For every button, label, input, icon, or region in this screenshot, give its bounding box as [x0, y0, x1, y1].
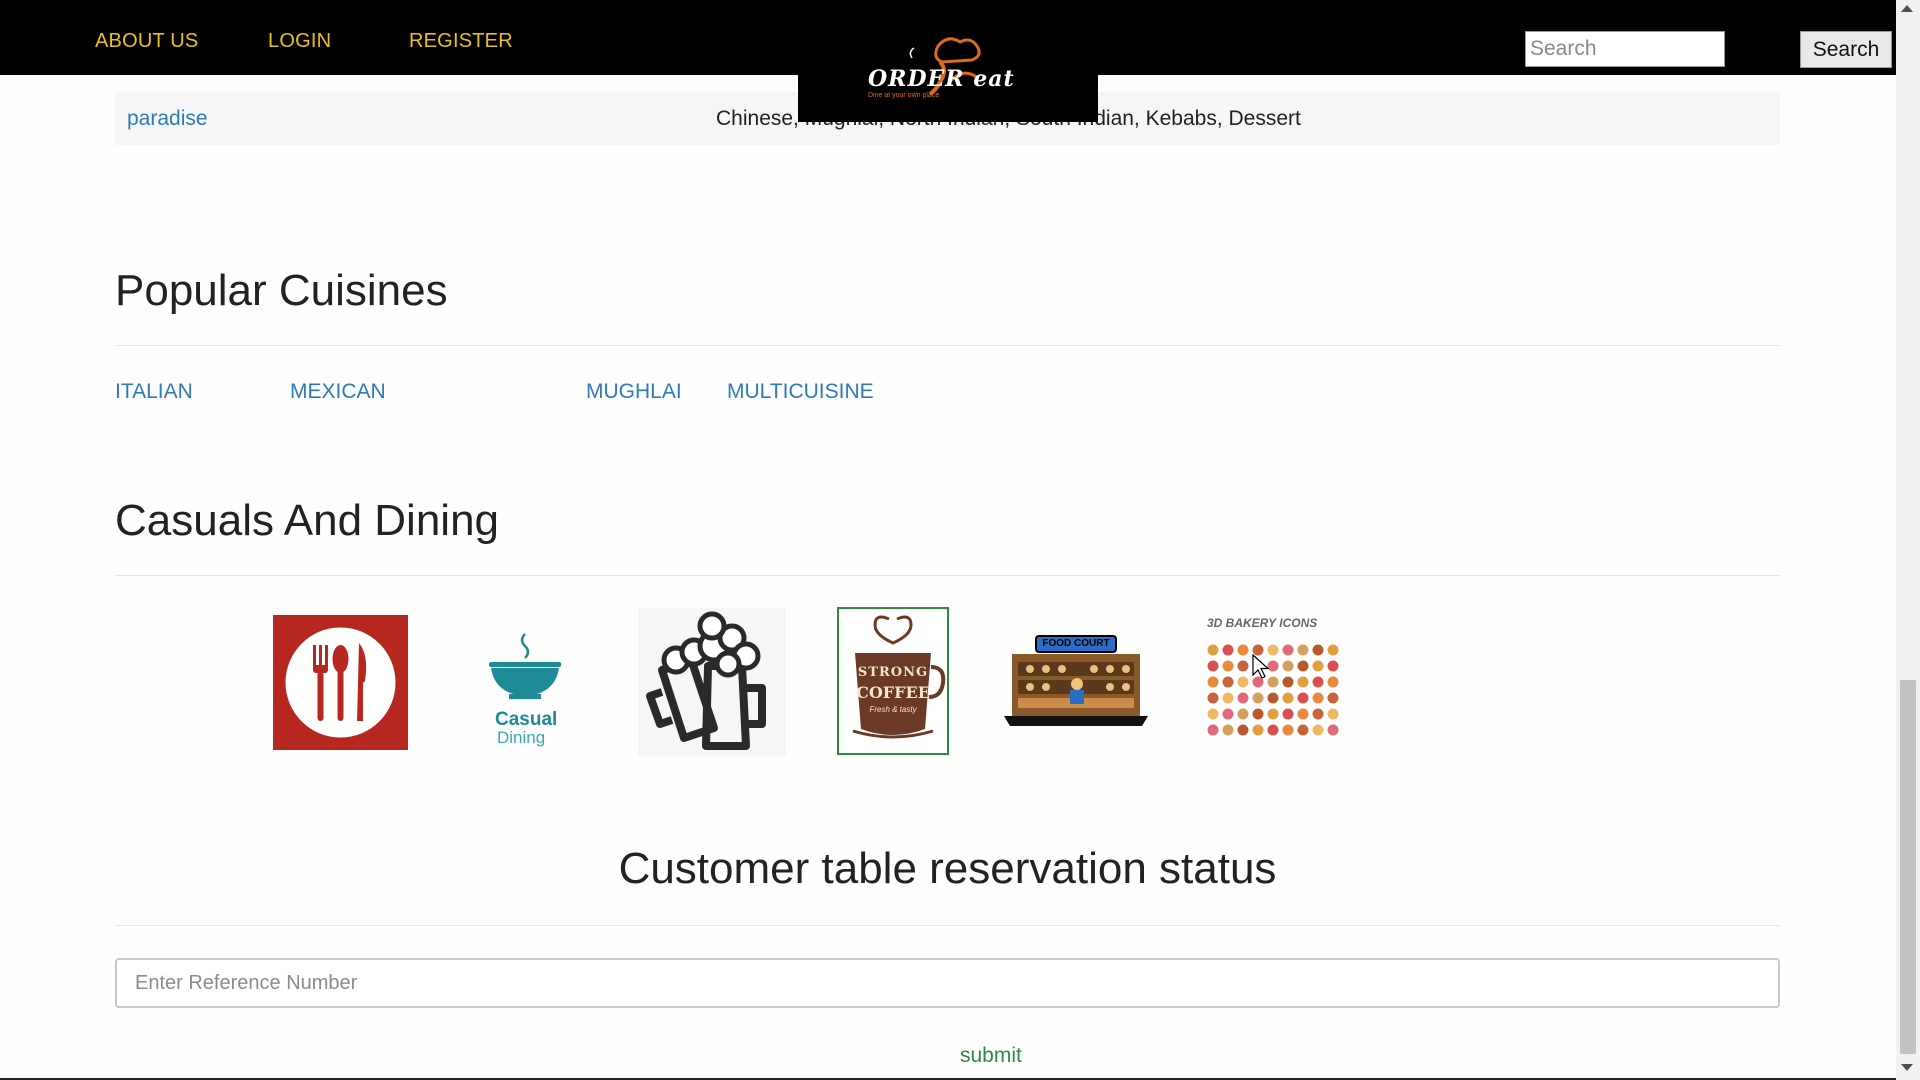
vertical-scrollbar[interactable] — [1896, 0, 1920, 1080]
site-logo[interactable]: ORDER eat Dine at your own place — [798, 14, 1098, 122]
mouse-cursor-icon — [1252, 654, 1270, 679]
cuisine-mexican-link[interactable]: MEXICAN — [290, 380, 386, 404]
casuals-dining-divider — [115, 575, 1780, 576]
tile-bakery[interactable]: 3D BAKERY ICONS — [1205, 614, 1345, 749]
casual-label-line1: Casual — [495, 709, 558, 730]
cuisine-multicuisine-link[interactable]: MULTICUISINE — [727, 380, 874, 404]
strong-coffee-icon — [852, 615, 946, 739]
nav-login[interactable]: LOGIN — [268, 30, 331, 53]
tile-coffee[interactable]: STRONG COFFEE Fresh & tasty — [837, 607, 949, 755]
casual-label-line2: Dining — [497, 728, 546, 747]
tile-casual-dining[interactable]: Casual Dining — [467, 630, 577, 750]
nav-register[interactable]: REGISTER — [409, 30, 513, 53]
restaurant-name-link[interactable]: paradise — [127, 107, 208, 131]
fork-spoon-knife-icon — [285, 627, 396, 738]
coffee-label-coffee: COFFEE — [856, 683, 930, 702]
coffee-label-tagline: Fresh & tasty — [869, 705, 917, 714]
search-input[interactable] — [1525, 31, 1725, 67]
popular-cuisines-heading: Popular Cuisines — [115, 266, 448, 315]
submit-button[interactable]: submit — [960, 1044, 1022, 1068]
reservation-divider — [115, 925, 1780, 926]
search-button[interactable]: Search — [1800, 31, 1892, 68]
food-court-label: FOOD COURT — [1042, 638, 1110, 649]
bakery-icons-grid-icon — [1206, 643, 1340, 737]
cuisine-mughlai-link[interactable]: MUGHLAI — [586, 380, 682, 404]
beer-mugs-icon — [646, 611, 766, 750]
tile-fine-dining[interactable] — [273, 615, 408, 750]
coffee-label-strong: STRONG — [857, 665, 929, 680]
tile-food-court[interactable]: FOOD COURT — [1000, 632, 1152, 732]
reference-number-input[interactable] — [115, 958, 1780, 1008]
nav-about-us[interactable]: ABOUT US — [95, 30, 198, 53]
tile-pub[interactable] — [638, 608, 786, 756]
reservation-heading: Customer table reservation status — [618, 844, 1277, 893]
scroll-up-arrow-icon[interactable] — [1901, 5, 1913, 12]
logo-tagline: Dine at your own place — [868, 92, 940, 99]
scrollbar-thumb[interactable] — [1900, 680, 1916, 1054]
page: ABOUT US LOGIN REGISTER Search ORDER eat… — [0, 0, 1896, 1080]
popular-cuisines-divider — [115, 345, 1780, 346]
scroll-down-arrow-icon[interactable] — [1901, 1064, 1913, 1071]
cuisine-italian-link[interactable]: ITALIAN — [115, 380, 193, 404]
logo-text: ORDER eat — [868, 66, 1015, 92]
casuals-dining-heading: Casuals And Dining — [115, 496, 500, 545]
